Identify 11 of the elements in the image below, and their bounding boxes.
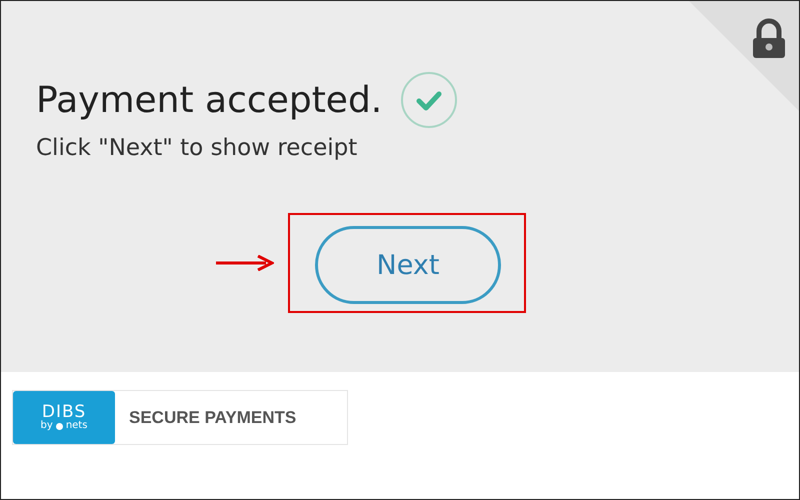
by-text: by — [40, 421, 53, 431]
next-button[interactable]: Next — [315, 226, 501, 304]
dot-icon — [56, 422, 63, 430]
status-heading: Payment accepted. — [36, 80, 382, 120]
partner-name: nets — [66, 421, 88, 431]
lock-icon — [753, 18, 785, 58]
badge-text: SECURE PAYMENTS — [128, 406, 298, 428]
check-icon — [400, 71, 458, 129]
instruction-text: Click "Next" to show receipt — [36, 135, 358, 161]
brand-name: DIBS — [42, 404, 86, 421]
arrow-icon — [216, 255, 274, 271]
